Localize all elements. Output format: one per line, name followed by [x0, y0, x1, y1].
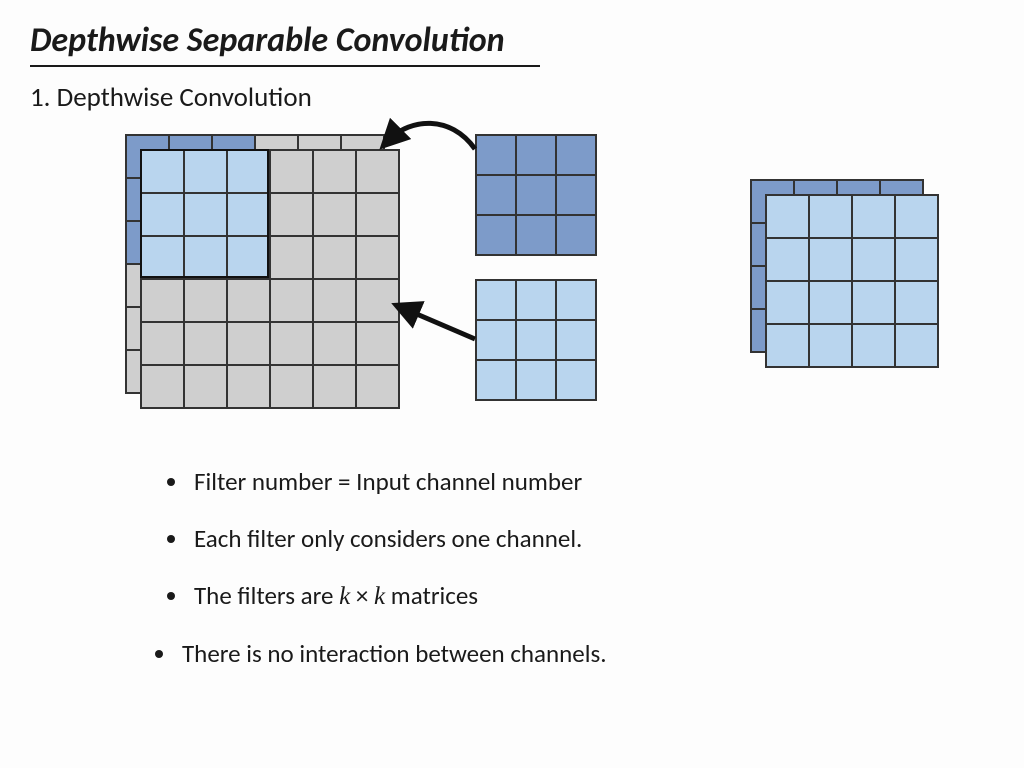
- section-subtitle: 1. Depthwise Convolution: [30, 81, 994, 114]
- bullet-item: The filters are k × k matrices: [190, 578, 994, 614]
- arrow-filter-to-front-channel: [395, 304, 485, 354]
- diagram: [30, 134, 994, 434]
- filter-kernel-channel-2: [475, 279, 597, 401]
- filter-kernel-channel-1: [475, 134, 597, 256]
- output-tensor-front: [765, 194, 939, 368]
- bullet-item: Filter number = Input channel number: [190, 464, 994, 499]
- bullet-list: Filter number = Input channel number Eac…: [150, 464, 994, 671]
- bullet-item: Each filter only considers one channel.: [190, 521, 994, 556]
- slide-title: Depthwise Separable Convolution: [30, 20, 540, 67]
- input-tensor-front: [140, 149, 400, 409]
- bullet-item: There is no interaction between channels…: [178, 636, 994, 671]
- arrow-filter-to-back-channel: [380, 114, 490, 164]
